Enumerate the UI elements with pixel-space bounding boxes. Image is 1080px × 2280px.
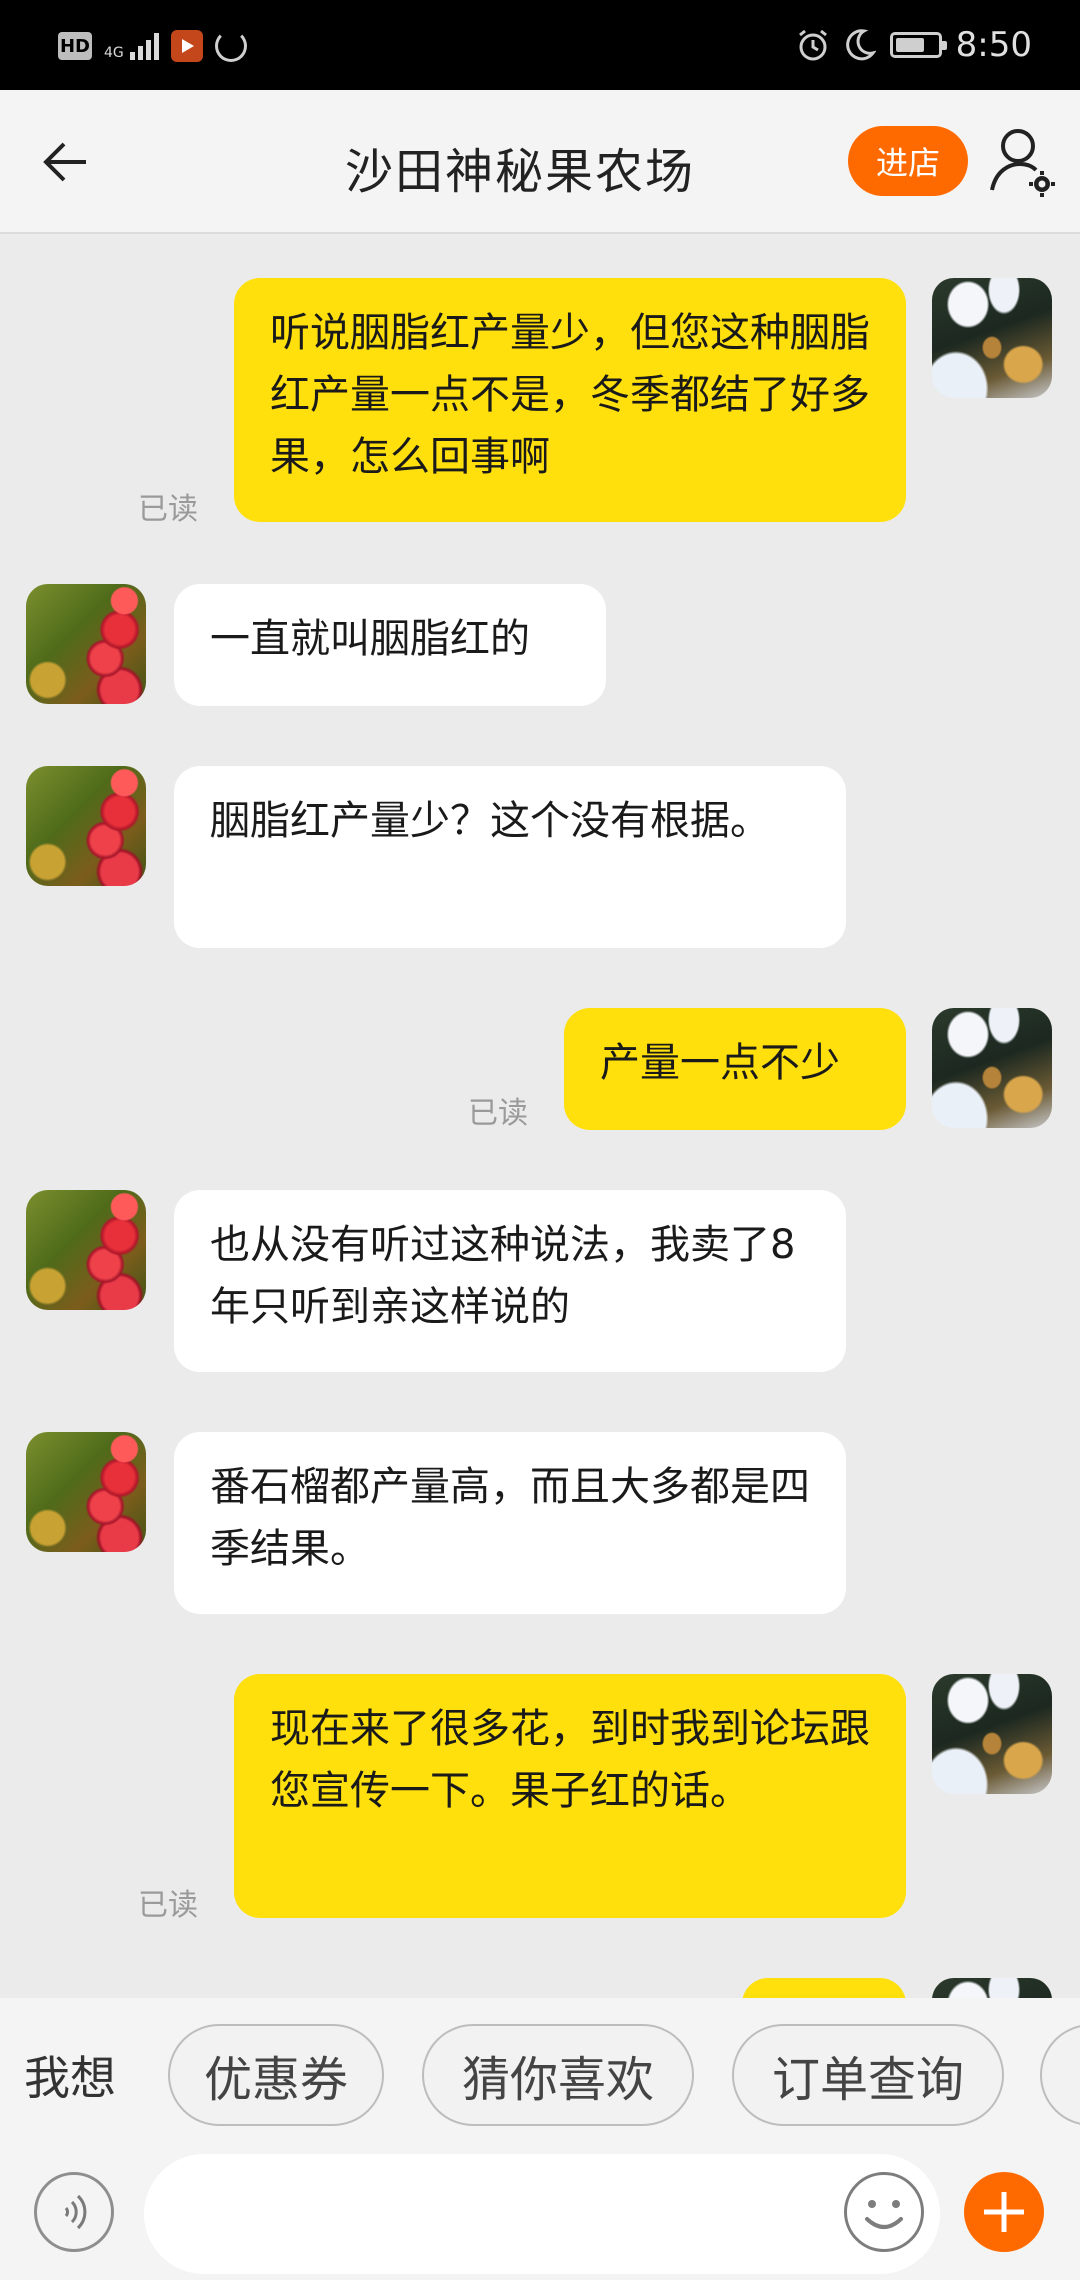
voice-icon xyxy=(64,2194,87,2230)
voice-button[interactable] xyxy=(34,2172,114,2252)
seller-avatar[interactable] xyxy=(26,1432,146,1552)
moon-icon xyxy=(845,29,876,61)
chip-more[interactable] xyxy=(1040,2024,1080,2126)
network-type: 4G xyxy=(104,45,124,61)
chip-coupon[interactable]: 优惠券 xyxy=(168,2024,384,2126)
chat-header: 沙田神秘果农场 进店 xyxy=(0,90,1080,234)
chip-order-query[interactable]: 订单查询 xyxy=(732,2024,1004,2126)
my-avatar[interactable] xyxy=(932,278,1052,398)
quick-label: 我想 xyxy=(24,2051,116,2105)
quick-actions-bar: 我想 优惠券 猜你喜欢 订单查询 xyxy=(0,1998,1080,2148)
seller-avatar[interactable] xyxy=(26,584,146,704)
my-message-bubble-partial[interactable] xyxy=(742,1978,906,1998)
seller-avatar[interactable] xyxy=(26,766,146,886)
read-receipt: 已读 xyxy=(138,492,198,527)
read-receipt: 已读 xyxy=(468,1096,528,1131)
emoji-button[interactable] xyxy=(844,2172,924,2252)
seller-message-bubble[interactable]: 胭脂红产量少？这个没有根据。 xyxy=(174,766,846,948)
read-receipt: 已读 xyxy=(138,1888,198,1923)
app-icon xyxy=(171,30,203,62)
chat-messages[interactable]: 听说胭脂红产量少，但您这种胭脂红产量一点不是，冬季都结了好多果，怎么回事啊 已读… xyxy=(0,234,1080,1998)
battery-icon xyxy=(889,32,947,58)
input-bar xyxy=(0,2148,1080,2280)
enter-shop-button[interactable]: 进店 xyxy=(848,126,968,196)
signal-icon: 4G xyxy=(104,32,159,60)
message-input[interactable] xyxy=(144,2154,940,2274)
alarm-icon xyxy=(798,29,827,61)
my-avatar[interactable] xyxy=(932,1008,1052,1128)
status-bar: HD 4G 8:50 xyxy=(0,0,1080,90)
seller-message-bubble[interactable]: 番石榴都产量高，而且大多都是四季结果。 xyxy=(174,1432,846,1614)
more-button[interactable] xyxy=(964,2172,1044,2252)
my-avatar[interactable] xyxy=(932,1674,1052,1794)
my-message-bubble[interactable]: 产量一点不少 xyxy=(564,1008,906,1130)
my-message-bubble[interactable]: 听说胭脂红产量少，但您这种胭脂红产量一点不是，冬季都结了好多果，怎么回事啊 xyxy=(234,278,906,522)
my-avatar[interactable] xyxy=(932,1978,1052,1998)
seller-message-bubble[interactable]: 一直就叫胭脂红的 xyxy=(174,584,606,706)
chip-recommend[interactable]: 猜你喜欢 xyxy=(422,2024,694,2126)
hd-icon: HD xyxy=(58,32,92,60)
seller-avatar[interactable] xyxy=(26,1190,146,1310)
my-message-bubble[interactable]: 现在来了很多花，到时我到论坛跟您宣传一下。果子红的话。 xyxy=(234,1674,906,1918)
user-settings-icon xyxy=(990,129,1055,197)
plus-icon xyxy=(984,2192,1024,2232)
hd-label: HD xyxy=(59,35,90,57)
emoji-icon xyxy=(865,2200,903,2229)
clock: 8:50 xyxy=(955,25,1032,65)
sync-icon xyxy=(215,30,247,62)
seller-message-bubble[interactable]: 也从没有听过这种说法，我卖了8年只听到亲这样说的 xyxy=(174,1190,846,1372)
profile-settings-button[interactable] xyxy=(988,124,1058,200)
